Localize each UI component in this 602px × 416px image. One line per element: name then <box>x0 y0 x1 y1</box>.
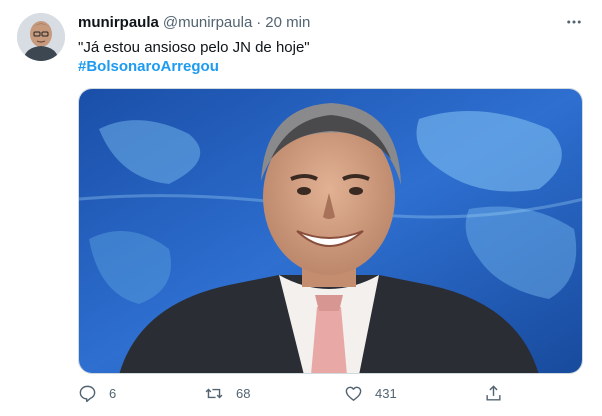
avatar[interactable] <box>17 13 65 61</box>
retweet-button[interactable]: 68 <box>204 384 250 403</box>
tweet: munirpaula @munirpaula · 20 min "Já esto… <box>0 0 602 416</box>
tweet-text: "Já estou ansioso pelo JN de hoje" <box>78 39 310 56</box>
author-name[interactable]: munirpaula <box>78 14 159 31</box>
like-icon <box>344 384 363 403</box>
like-count: 431 <box>375 386 397 401</box>
like-button[interactable]: 431 <box>344 384 397 403</box>
more-icon <box>565 13 583 36</box>
reply-button[interactable]: 6 <box>78 384 116 403</box>
author-handle[interactable]: @munirpaula <box>163 14 252 31</box>
retweet-count: 68 <box>236 386 251 401</box>
tweet-header: munirpaula @munirpaula · 20 min <box>78 14 310 31</box>
retweet-icon <box>204 384 224 403</box>
tweet-timestamp[interactable]: 20 min <box>265 14 310 31</box>
more-button[interactable] <box>562 12 586 36</box>
hashtag-link[interactable]: #BolsonaroArregou <box>78 57 219 77</box>
tweet-photo[interactable] <box>78 88 583 374</box>
reply-icon <box>78 384 97 403</box>
share-button[interactable] <box>484 384 503 403</box>
separator: · <box>256 14 262 31</box>
action-bar: 6 68 431 <box>78 384 583 408</box>
share-icon <box>484 384 503 403</box>
reply-count: 6 <box>109 386 117 401</box>
